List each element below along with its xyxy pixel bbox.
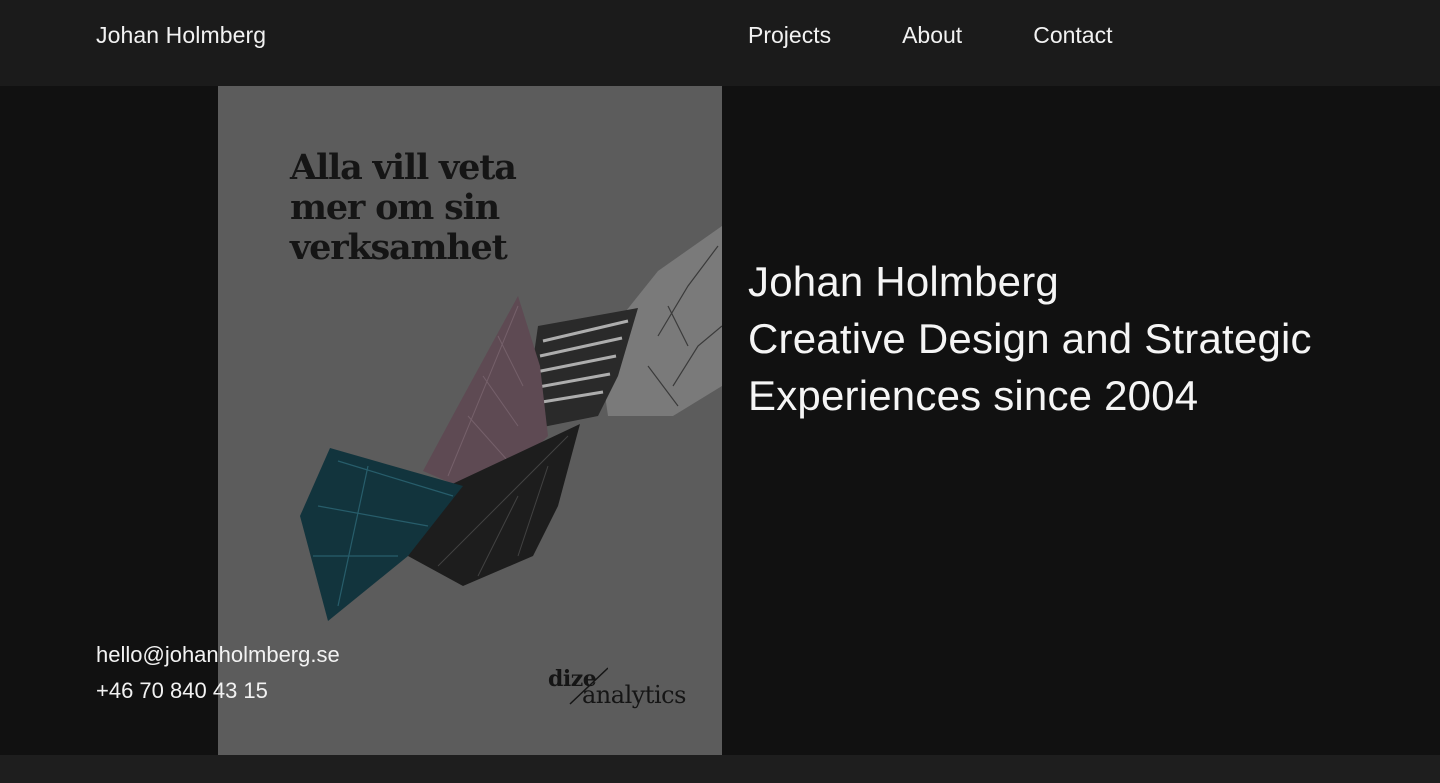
poster-client-logo: dize analytics xyxy=(548,666,698,716)
phone-link[interactable]: +46 70 840 43 15 xyxy=(96,673,340,709)
contact-info: hello@johanholmberg.se +46 70 840 43 15 xyxy=(96,637,340,709)
email-link[interactable]: hello@johanholmberg.se xyxy=(96,637,340,673)
page-bottom-strip xyxy=(0,755,1440,783)
tagline-line-2: Experiences since 2004 xyxy=(748,372,1199,419)
nav-link-projects[interactable]: Projects xyxy=(748,22,831,49)
tagline-line-1: Creative Design and Strategic xyxy=(748,315,1312,362)
poster-headline: Alla vill veta mer om sin verksamhet xyxy=(290,147,517,268)
nav-link-about[interactable]: About xyxy=(902,22,962,49)
brand-link[interactable]: Johan Holmberg xyxy=(96,22,266,49)
top-navigation-bar: Johan Holmberg Projects About Contact xyxy=(0,0,1440,86)
poster-logo-word-analytics: analytics xyxy=(582,681,686,709)
hero-tagline: Johan Holmberg Creative Design and Strat… xyxy=(748,253,1388,424)
nav-link-contact[interactable]: Contact xyxy=(1033,22,1112,49)
tagline-line-name: Johan Holmberg xyxy=(748,258,1059,305)
page: Johan Holmberg Projects About Contact Al… xyxy=(0,0,1440,783)
main-nav: Projects About Contact xyxy=(748,22,1112,49)
